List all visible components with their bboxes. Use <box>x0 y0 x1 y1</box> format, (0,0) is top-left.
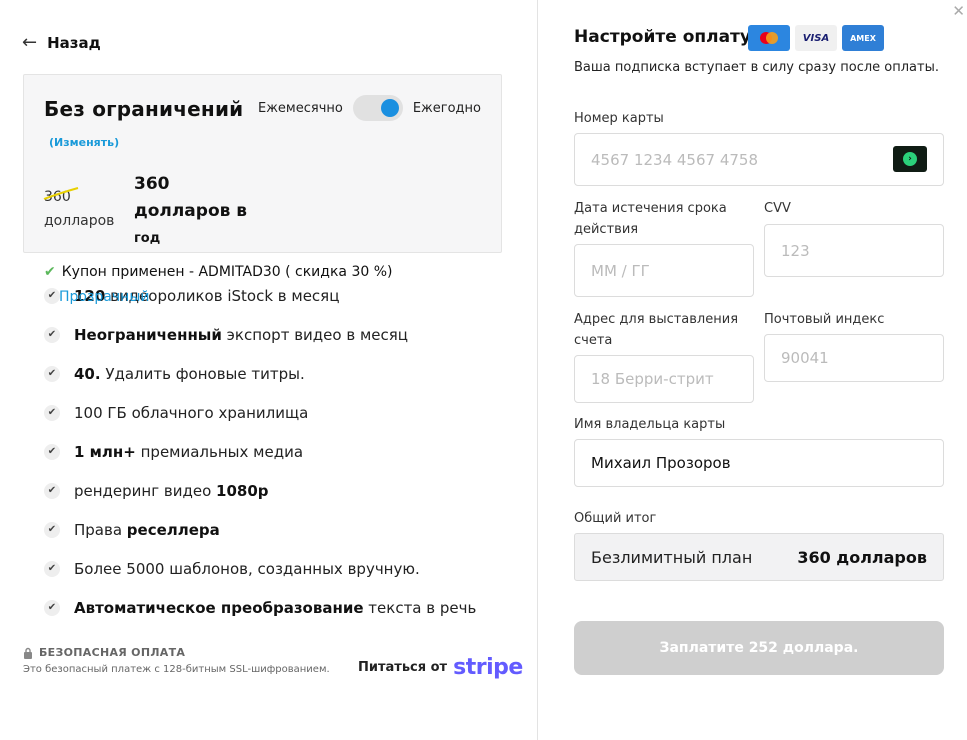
check-icon: ✔ <box>44 599 60 616</box>
lock-icon <box>24 647 32 659</box>
order-total: Безлимитный план 360 долларов <box>574 533 944 581</box>
old-price-unit: долларов <box>44 213 115 229</box>
feature-item: ✔ Более 5000 шаблонов, созданных вручную. <box>44 549 514 588</box>
check-icon: ✔ <box>44 404 60 421</box>
cvv-label: CVV <box>764 201 791 216</box>
zip-label: Почтовый индекс <box>764 312 885 327</box>
cardholder-label: Имя владельца карты <box>574 417 726 432</box>
expiry-label: Дата истечения срока действия <box>574 201 727 237</box>
zip-input[interactable]: 90041 <box>764 334 944 382</box>
secure-payment-title: БЕЗОПАСНАЯ ОПЛАТА <box>23 646 185 659</box>
check-icon: ✔ <box>44 326 60 343</box>
feature-item: ✔ Права реселлера <box>44 510 514 549</box>
feature-item: ✔ 1 млн+ премиальных медиа <box>44 432 514 471</box>
total-amount: 360 долларов <box>797 547 927 567</box>
new-price-currency: долларов в <box>134 201 248 221</box>
stripe-logo: stripe <box>453 655 523 680</box>
feature-item: ✔ 100 ГБ облачного хранилища <box>44 393 514 432</box>
mastercard-logo <box>748 25 790 51</box>
back-label: Назад <box>47 33 101 52</box>
toggle-knob <box>380 99 399 117</box>
card-number-label: Номер карты <box>574 111 664 126</box>
amex-logo: AMEX <box>842 25 884 51</box>
check-icon: ✔ <box>44 287 60 304</box>
total-label: Общий итог <box>574 511 657 526</box>
payment-title: Настройте оплату <box>574 27 751 47</box>
total-plan-name: Безлимитный план <box>591 547 753 567</box>
card-scan-button[interactable]: › <box>893 146 927 172</box>
cardholder-input[interactable]: Михаил Прозоров <box>574 439 944 487</box>
billing-yearly-label[interactable]: Ежегодно <box>413 101 481 116</box>
card-number-input[interactable]: 4567 1234 4567 4758 › <box>574 133 944 186</box>
strikethrough-mark <box>43 187 79 200</box>
check-icon: ✔ <box>44 443 60 460</box>
card-logos: VISA AMEX <box>748 25 884 51</box>
change-plan-link[interactable]: (Изменять) <box>49 136 119 149</box>
visa-logo: VISA <box>795 25 837 51</box>
coupon-text: Купон применен - ADMITAD30 ( скидка 30 %… <box>61 264 393 280</box>
plan-panel: ← Назад Без ограничений Ежемесячно Ежего… <box>0 0 537 740</box>
new-price-period: год <box>134 231 161 246</box>
check-icon: ✔ <box>44 365 60 382</box>
check-icon: ✔ <box>44 264 56 280</box>
check-icon: ✔ <box>44 521 60 538</box>
new-price: 360 долларов в год <box>134 171 254 252</box>
old-price: 360 долларов <box>43 185 134 233</box>
coupon-remove-link[interactable]: Прозрачный <box>59 289 149 305</box>
feature-list: ✔ 120 видеороликов iStock в месяц ✔ Неогра… <box>44 276 514 627</box>
back-button[interactable]: ← Назад <box>22 32 101 53</box>
powered-by-stripe: Питаться от stripe <box>358 655 523 680</box>
check-icon: ✔ <box>44 482 60 499</box>
coupon-applied: ✔ Купон применен - ADMITAD30 ( скидка 30… <box>44 264 392 280</box>
expiry-input[interactable]: ММ / ГГ <box>574 244 754 297</box>
secure-payment-note: Это безопасный платеж с 128-битным SSL-ш… <box>23 664 330 675</box>
new-price-amount: 360 <box>134 174 170 194</box>
billing-address-input[interactable]: 18 Берри-стрит <box>574 355 754 403</box>
arrow-left-icon: ← <box>22 32 38 53</box>
arrow-right-icon: › <box>903 152 917 166</box>
feature-item: ✔ 40. Удалить фоновые титры. <box>44 354 514 393</box>
plan-card: Без ограничений Ежемесячно Ежегодно (Изм… <box>23 74 502 253</box>
payment-subtitle: Ваша подписка вступает в силу сразу посл… <box>574 60 939 75</box>
close-icon[interactable]: ✕ <box>952 4 965 19</box>
feature-item: ✔ Автоматическое преобразование текста в … <box>44 588 514 627</box>
billing-address-label: Адрес для выставления счета <box>574 312 739 348</box>
billing-monthly-label[interactable]: Ежемесячно <box>258 101 343 116</box>
plan-title: Без ограничений <box>44 97 244 121</box>
check-icon: ✔ <box>44 560 60 577</box>
billing-switch: Ежемесячно Ежегодно <box>258 95 481 121</box>
feature-item: ✔ рендеринг видео 1080p <box>44 471 514 510</box>
pay-button[interactable]: Заплатите 252 доллара. <box>574 621 944 675</box>
cvv-input[interactable]: 123 <box>764 224 944 277</box>
billing-toggle[interactable] <box>352 95 403 121</box>
feature-item: ✔ Неограниченный экспорт видео в месяц <box>44 315 514 354</box>
powered-by-label: Питаться от <box>358 660 448 675</box>
payment-panel: ✕ Настройте оплату VISA AMEX Ваша подпис… <box>537 0 967 740</box>
